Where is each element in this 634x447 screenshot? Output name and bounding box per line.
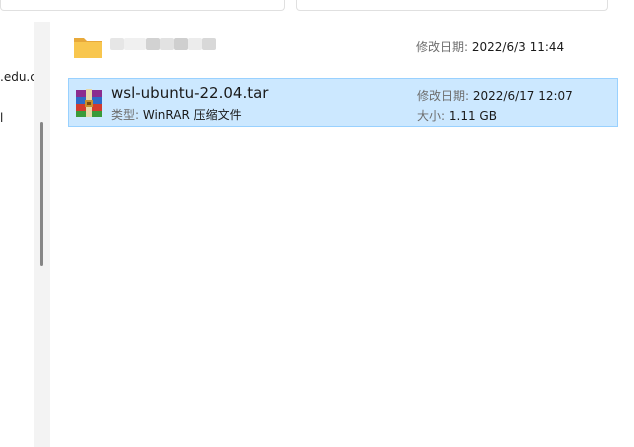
navigation-pane: .edu.c l [0,22,37,447]
search-box[interactable] [296,0,608,11]
file-type: 类型: WinRAR 压缩文件 [111,106,242,123]
blurred-folder-name [110,38,220,52]
type-value: WinRAR 压缩文件 [142,108,242,122]
winrar-archive-icon [76,89,102,117]
navigation-scrollbar-thumb[interactable] [40,122,43,266]
file-explorer-window: .edu.c l 修改日期: 2022/6/3 11:44 wsl-ubuntu… [0,0,634,447]
nav-item-truncated[interactable]: l [0,111,3,125]
size-value: 1.11 GB [448,109,497,123]
file-name: wsl-ubuntu-22.04.tar [111,84,269,102]
list-item-folder[interactable]: 修改日期: 2022/6/3 11:44 [68,22,618,71]
modified-date: 修改日期: 2022/6/3 11:44 [416,38,564,55]
type-label: 类型: [111,108,140,122]
nav-item-network-location[interactable]: .edu.c [0,70,37,84]
modified-value: 2022/6/17 12:07 [472,89,573,103]
modified-label: 修改日期: [417,89,470,103]
file-size: 大小: 1.11 GB [417,107,497,124]
modified-date: 修改日期: 2022/6/17 12:07 [417,87,573,104]
modified-value: 2022/6/3 11:44 [471,40,565,54]
folder-icon [74,38,102,58]
size-label: 大小: [417,109,446,123]
list-item-archive[interactable]: wsl-ubuntu-22.04.tar 类型: WinRAR 压缩文件 修改日… [68,78,618,127]
toolbar-box[interactable] [0,0,285,11]
file-list: 修改日期: 2022/6/3 11:44 wsl-ubuntu-22.04.ta… [50,22,634,447]
modified-label: 修改日期: [416,40,469,54]
